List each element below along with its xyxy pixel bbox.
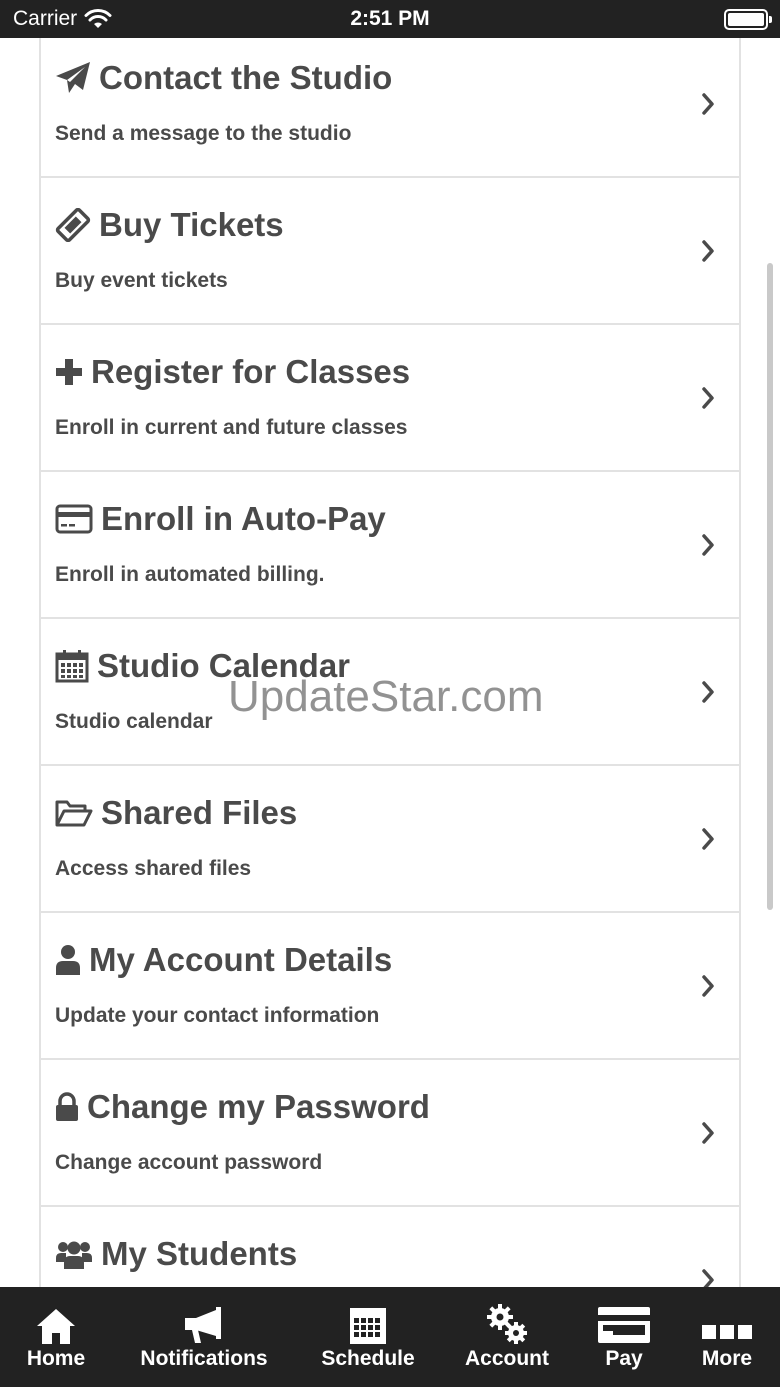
scrollbar[interactable]: [767, 263, 773, 910]
chevron-right-icon: [702, 534, 714, 556]
menu-item-register-classes[interactable]: Register for Classes Enroll in current a…: [39, 325, 741, 472]
menu-item-contact-studio[interactable]: Contact the Studio Send a message to the…: [39, 38, 741, 178]
status-time: 2:51 PM: [350, 7, 430, 30]
menu-item-title: Contact the Studio: [99, 59, 393, 96]
tab-label: Account: [465, 1347, 549, 1370]
tab-label: Notifications: [140, 1347, 268, 1370]
menu-item-title-row: Register for Classes: [55, 353, 410, 391]
menu-item-subtitle: Studio calendar: [55, 710, 213, 733]
menu-item-subtitle: Change account password: [55, 1151, 323, 1174]
carrier-label: Carrier: [13, 7, 78, 30]
menu-scroll-area[interactable]: Contact the Studio Send a message to the…: [0, 38, 780, 1287]
menu-item-change-password[interactable]: Change my Password Change account passwo…: [39, 1060, 741, 1207]
calendar-icon: [55, 650, 89, 683]
chevron-right-icon: [702, 1122, 714, 1144]
bullhorn-icon: [185, 1307, 221, 1343]
calendar-grid-icon: [350, 1308, 386, 1344]
menu-item-title-row: My Account Details: [55, 941, 392, 979]
wifi-icon: [84, 9, 112, 28]
tab-label: Pay: [605, 1347, 643, 1370]
carrier-indicator: Carrier: [13, 7, 112, 31]
menu-item-title: Change my Password: [87, 1088, 430, 1125]
menu-item-title-row: Enroll in Auto-Pay: [55, 500, 386, 538]
menu-item-title-row: Shared Files: [55, 794, 297, 832]
menu-item-title-row: Buy Tickets: [55, 206, 284, 244]
more-dots-icon: [702, 1325, 752, 1339]
chevron-right-icon: [702, 681, 714, 703]
menu-item-title-row: Studio Calendar: [55, 647, 350, 685]
menu-item-account-details[interactable]: My Account Details Update your contact i…: [39, 913, 741, 1060]
chevron-right-icon: [702, 1269, 714, 1287]
menu-item-title: Buy Tickets: [99, 206, 284, 243]
tab-notifications[interactable]: Notifications: [132, 1287, 276, 1387]
menu-item-subtitle: Access shared files: [55, 857, 252, 880]
ticket-icon: [55, 208, 91, 242]
menu-item-subtitle: Buy event tickets: [55, 269, 228, 292]
gears-icon: [487, 1304, 527, 1344]
lock-icon: [56, 1092, 78, 1121]
menu-item-title: Enroll in Auto-Pay: [101, 500, 386, 537]
chevron-right-icon: [702, 387, 714, 409]
tab-account[interactable]: Account: [460, 1287, 554, 1387]
menu-item-title-row: Contact the Studio: [55, 59, 392, 97]
card-icon: [598, 1307, 650, 1343]
chevron-right-icon: [702, 240, 714, 262]
menu-item-title-row: Change my Password: [55, 1088, 430, 1126]
chevron-right-icon: [702, 975, 714, 997]
menu-item-subtitle: Send a message to the studio: [55, 122, 352, 145]
menu-item-studio-calendar[interactable]: Studio Calendar Studio calendar: [39, 619, 741, 766]
menu-item-subtitle: Update your contact information: [55, 1004, 380, 1027]
battery-icon: [724, 9, 772, 30]
tab-label: Home: [26, 1347, 86, 1370]
tab-schedule[interactable]: Schedule: [316, 1287, 420, 1387]
chevron-right-icon: [702, 828, 714, 850]
menu-list: Contact the Studio Send a message to the…: [39, 38, 741, 1287]
menu-item-title: Studio Calendar: [97, 647, 351, 684]
tab-bar: Home Notifications Schedule Account Pay …: [0, 1287, 780, 1387]
menu-item-title: My Account Details: [89, 941, 393, 978]
home-icon: [37, 1309, 75, 1344]
plus-icon: [56, 359, 82, 385]
menu-item-my-students[interactable]: My Students: [39, 1207, 741, 1287]
tab-more[interactable]: More: [694, 1287, 760, 1387]
status-bar: Carrier 2:51 PM: [0, 0, 780, 38]
menu-item-subtitle: Enroll in current and future classes: [55, 416, 408, 439]
menu-item-subtitle: Enroll in automated billing.: [55, 563, 325, 586]
user-icon: [56, 945, 80, 975]
tab-home[interactable]: Home: [16, 1287, 96, 1387]
paper-plane-icon: [56, 62, 90, 93]
tab-label: More: [701, 1347, 753, 1370]
menu-item-title: Shared Files: [101, 794, 298, 831]
menu-item-title: Register for Classes: [91, 353, 411, 390]
menu-item-title: My Students: [101, 1235, 298, 1272]
users-icon: [56, 1241, 92, 1269]
menu-item-auto-pay[interactable]: Enroll in Auto-Pay Enroll in automated b…: [39, 472, 741, 619]
tab-pay[interactable]: Pay: [594, 1287, 654, 1387]
chevron-right-icon: [702, 93, 714, 115]
menu-item-shared-files[interactable]: Shared Files Access shared files: [39, 766, 741, 913]
tab-label: Schedule: [321, 1347, 415, 1370]
folder-open-icon: [55, 800, 93, 827]
menu-item-buy-tickets[interactable]: Buy Tickets Buy event tickets: [39, 178, 741, 325]
menu-item-title-row: My Students: [55, 1235, 297, 1273]
credit-card-icon: [55, 504, 93, 534]
